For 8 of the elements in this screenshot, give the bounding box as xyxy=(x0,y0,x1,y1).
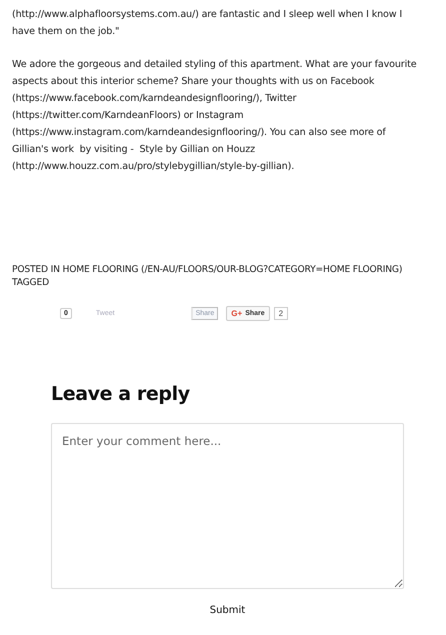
gplus-logo: G+ xyxy=(231,308,242,318)
share-count: 2 xyxy=(274,306,288,320)
submit-button[interactable]: Submit xyxy=(206,601,250,620)
category-text: POSTED IN HOME FLOORING (/EN-AU/FLOORS/OUR-BLOG?CATEGORY=HOME FLOORING) TAGGED xyxy=(12,263,404,289)
paragraph: We adore the gorgeous and detailed styling of this apartment. What are your favourite aspects about this interior scheme? Share your thoughts with us on Facebook (https://www.facebook.com/karndeandesignflooring/), Twitter (https://twitter.com/KarndeanFloors) or Instagram (https://www.instagram.com/karndeandesignflooring/). You can also see more of Gillian's work by visiting - Style by Gillian on Houzz (http://www.houzz.com.au/pro/stylebygillian/style-by-gillian). xyxy=(12,58,418,174)
comment-field[interactable]: Enter your comment here... xyxy=(51,423,404,589)
paragraph: (http://www.alphafloorsystems.com.au/) are fantastic and I sleep well when I know I have them on the job." xyxy=(12,8,404,39)
reply-heading: Leave a reply xyxy=(51,383,191,405)
